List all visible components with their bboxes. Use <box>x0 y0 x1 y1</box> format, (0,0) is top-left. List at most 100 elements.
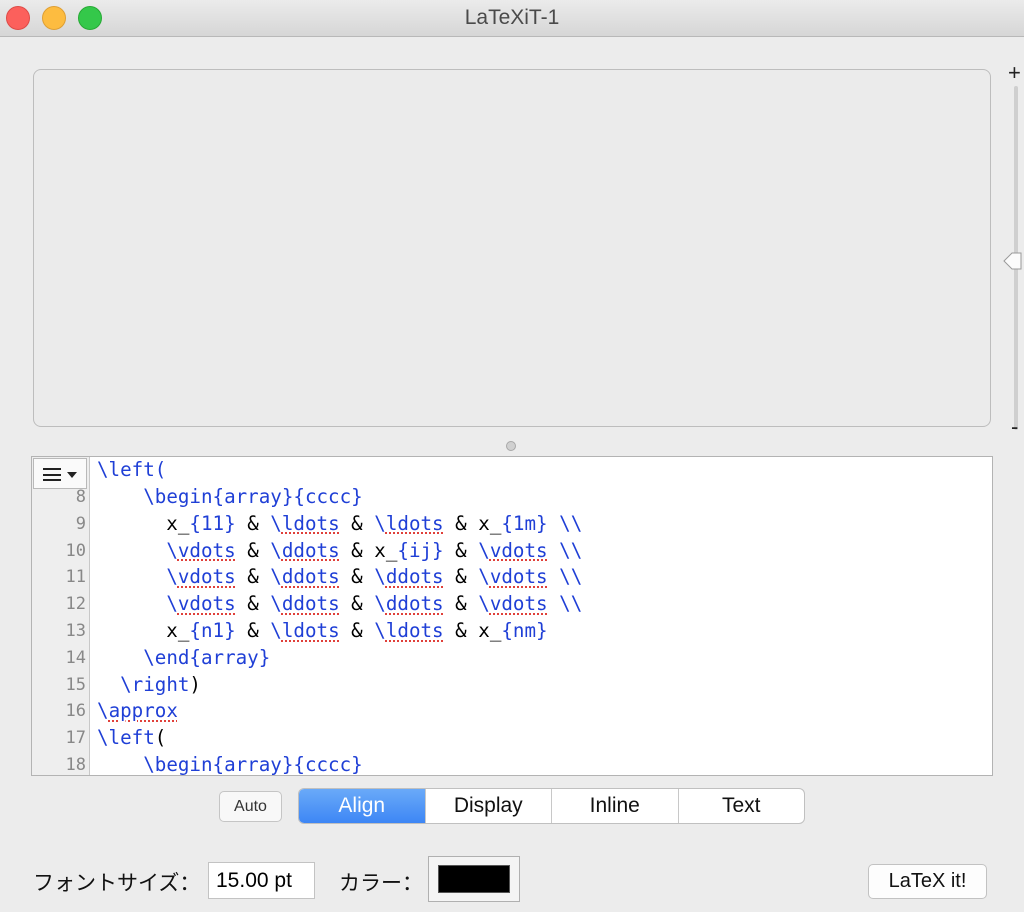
code-token: ddots <box>281 592 340 616</box>
code-token: \end{array} <box>143 645 271 669</box>
code-line: \vdots & \ddots & \ddots & \vdots \\ <box>97 565 582 589</box>
code-token: \ <box>374 565 386 589</box>
code-line: \left( <box>97 726 166 750</box>
code-token: {n1} <box>189 619 236 642</box>
list-icon <box>43 468 61 481</box>
zoom-in-label: + <box>1008 60 1021 85</box>
code-token: ldots <box>281 511 340 535</box>
auto-button[interactable]: Auto <box>219 791 282 822</box>
code-token: \ <box>166 565 178 589</box>
line-number: 10 <box>65 540 86 561</box>
code-token: & <box>339 511 375 535</box>
code-token: & <box>235 565 271 589</box>
code-token: \ <box>270 511 282 535</box>
code-token: \begin{array}{cccc} <box>143 485 363 508</box>
code-token: \ <box>478 538 490 562</box>
line-number: 17 <box>65 728 86 749</box>
code-token: ldots <box>385 511 444 535</box>
color-swatch <box>438 865 510 893</box>
code-token: \ <box>270 565 282 589</box>
code-token: & <box>235 538 271 562</box>
code-line: x_{n1} & \ldots & \ldots & x_{nm} <box>97 619 548 643</box>
color-well[interactable] <box>428 856 520 902</box>
code-text: \left( <box>97 458 167 481</box>
code-line: \begin{array}{cccc} <box>97 485 363 509</box>
code-token: \ <box>97 699 109 723</box>
code-token: vdots <box>177 538 236 562</box>
code-token: & <box>443 592 479 616</box>
code-token: & <box>443 565 479 589</box>
code-token: {ij} <box>397 538 444 562</box>
source-editor[interactable]: 8 9 10 11 12 13 14 15 16 17 18 \left( \begin{array… <box>31 456 993 776</box>
code-token: \ <box>166 592 178 616</box>
code-line: \end{array} <box>97 646 270 670</box>
line-number: 14 <box>65 647 86 668</box>
code-token: \ <box>166 538 178 562</box>
code-token: \ <box>270 619 282 642</box>
font-size-field[interactable]: 15.00 pt <box>208 862 315 899</box>
code-token: \ <box>478 592 490 616</box>
code-token: \left <box>97 726 155 750</box>
split-view-handle[interactable] <box>506 441 516 451</box>
code-token: \\ <box>559 592 583 616</box>
code-token: ddots <box>281 565 340 589</box>
code-token: & x_ <box>443 619 502 642</box>
code-line: \right) <box>97 673 201 697</box>
code-token: vdots <box>177 592 236 616</box>
code-token: ) <box>189 672 201 696</box>
code-token: & x_ <box>443 511 502 535</box>
code-token: \ <box>270 592 282 616</box>
code-token: & x_ <box>339 538 398 562</box>
code-token: & <box>443 538 479 562</box>
code-line: \left( <box>97 458 166 482</box>
code-token: {nm} <box>501 619 548 642</box>
line-number: 13 <box>65 621 86 641</box>
zoom-slider-thumb[interactable] <box>1002 250 1024 272</box>
code-token: ldots <box>385 619 444 642</box>
mode-segmented-control[interactable]: Align Display Inline Text <box>298 788 805 824</box>
code-token: & <box>339 565 375 589</box>
code-line: \vdots & \ddots & \ddots & \vdots \\ <box>97 592 582 616</box>
code-token: \\ <box>559 565 583 589</box>
segment-display[interactable]: Display <box>424 789 552 823</box>
line-number: 9 <box>75 513 86 534</box>
code-token: \ <box>270 538 282 562</box>
code-token: & <box>235 511 271 535</box>
segment-align[interactable]: Align <box>299 789 425 823</box>
code-line: \begin{array}{cccc} <box>97 753 363 776</box>
code-token: ddots <box>281 538 340 562</box>
code-token: vdots <box>489 592 548 616</box>
code-token: \\ <box>559 511 583 535</box>
title-bar: LaTeXiT-1 <box>0 0 1024 37</box>
code-token: \ <box>478 565 490 589</box>
line-number: 18 <box>65 755 86 775</box>
line-number: 16 <box>65 701 86 722</box>
zoom-out-label: - <box>1011 414 1019 439</box>
line-number: 12 <box>65 594 86 615</box>
line-number: 8 <box>75 487 86 507</box>
latex-it-button[interactable]: LaTeX it! <box>868 864 987 899</box>
code-token: vdots <box>177 565 236 589</box>
code-token: approx <box>108 699 178 723</box>
color-label: カラー： <box>339 872 423 895</box>
code-token: & <box>339 592 375 616</box>
equation-preview[interactable] <box>33 69 991 427</box>
code-token: ldots <box>281 619 340 642</box>
code-token: {1m} <box>501 511 548 535</box>
segment-text[interactable]: Text <box>677 789 805 823</box>
editor-options-menu[interactable] <box>33 458 87 489</box>
segment-inline[interactable]: Inline <box>551 789 678 823</box>
code-token: \begin{array}{cccc} <box>143 753 363 776</box>
line-number-gutter: 8 9 10 11 12 13 14 15 16 17 18 <box>32 457 90 775</box>
code-token: vdots <box>489 565 548 589</box>
code-token: \ <box>374 592 386 616</box>
